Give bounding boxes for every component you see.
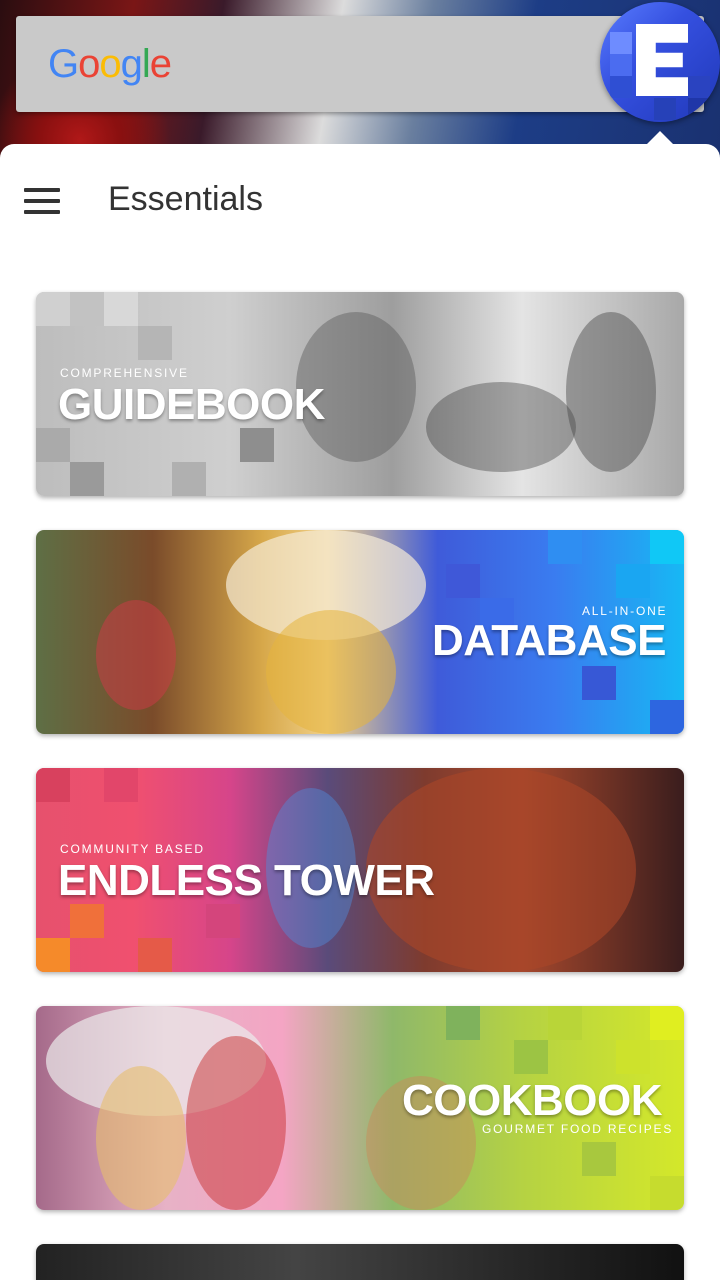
- panel-pointer: [646, 131, 674, 145]
- character-illustration: [266, 610, 396, 734]
- guidebook-card[interactable]: COMPREHENSIVE GUIDEBOOK: [36, 292, 684, 496]
- google-logo-letter: g: [120, 42, 143, 86]
- google-logo-letter: o: [78, 42, 100, 86]
- panel-title: Essentials: [108, 180, 263, 218]
- card-title: DATABASE: [432, 616, 666, 665]
- card-title: ENDLESS TOWER: [58, 856, 435, 905]
- ribbon-illustration: [426, 382, 576, 472]
- character-illustration: [186, 1036, 286, 1210]
- card-title: COOKBOOK: [402, 1076, 663, 1125]
- card-subtitle: GOURMET FOOD RECIPES: [482, 1122, 674, 1136]
- character-illustration: [96, 600, 176, 710]
- google-logo-letter: e: [149, 42, 172, 86]
- google-logo-letter: l: [141, 42, 151, 86]
- character-illustration: [566, 312, 656, 472]
- endless-tower-card[interactable]: COMMUNITY BASED ENDLESS TOWER: [36, 768, 684, 972]
- next-card[interactable]: [36, 1244, 684, 1280]
- e-letter-icon: [636, 24, 688, 96]
- database-card[interactable]: ALL-IN-ONE DATABASE: [36, 530, 684, 734]
- hamburger-menu-icon[interactable]: [24, 188, 60, 214]
- google-logo-letter: o: [99, 42, 121, 86]
- google-logo: Google: [48, 42, 172, 87]
- card-title: GUIDEBOOK: [58, 380, 325, 429]
- card-subtitle: COMMUNITY BASED: [60, 842, 205, 856]
- google-logo-letter: G: [48, 42, 79, 86]
- cookbook-card[interactable]: COOKBOOK GOURMET FOOD RECIPES: [36, 1006, 684, 1210]
- card-subtitle: COMPREHENSIVE: [60, 366, 189, 380]
- essentials-app-icon[interactable]: [600, 2, 720, 122]
- character-illustration: [96, 1066, 186, 1210]
